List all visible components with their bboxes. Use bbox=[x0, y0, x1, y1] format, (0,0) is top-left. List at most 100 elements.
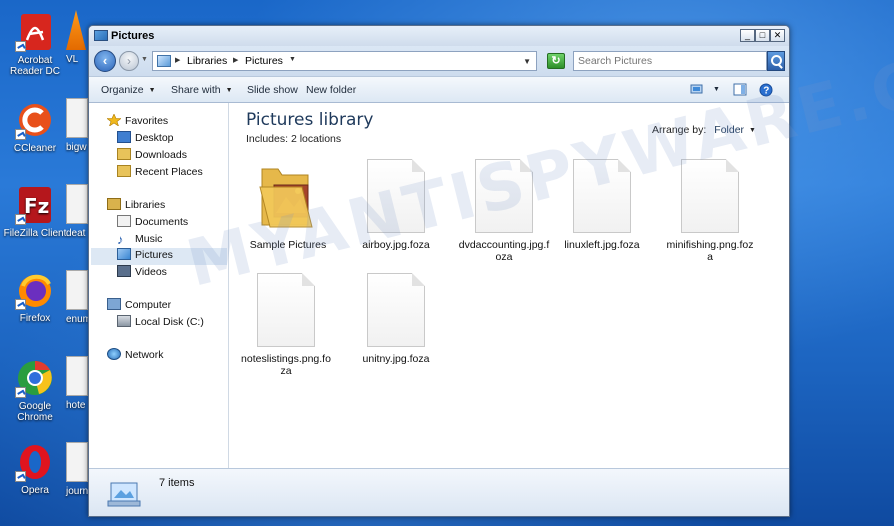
file-icon bbox=[66, 98, 88, 138]
file-icon bbox=[66, 270, 88, 310]
library-icon bbox=[157, 55, 171, 67]
preview-pane-icon[interactable] bbox=[733, 83, 747, 96]
desktop-icon-label: Google bbox=[18, 401, 52, 412]
nav-downloads[interactable]: Downloads bbox=[117, 148, 187, 165]
blank-file-icon bbox=[257, 273, 315, 347]
minimize-button[interactable]: _ bbox=[740, 29, 755, 42]
desktop-icon-firefox[interactable]: Firefox bbox=[0, 270, 70, 324]
nav-label: Recent Places bbox=[135, 166, 203, 178]
file-icon bbox=[66, 442, 88, 482]
content-area: Favorites Desktop Downloads Recent Place… bbox=[89, 103, 789, 468]
svg-text:Fz: Fz bbox=[24, 194, 49, 218]
maximize-button[interactable]: □ bbox=[755, 29, 770, 42]
nav-videos[interactable]: Videos bbox=[117, 265, 167, 282]
nav-label: Favorites bbox=[125, 115, 169, 127]
desktop-icon-ccleaner[interactable]: CCleaner bbox=[0, 100, 70, 154]
file-name: minifishing.png.foza bbox=[666, 239, 754, 263]
folder-item[interactable]: Sample Pictures bbox=[238, 159, 338, 251]
desktop-icon-partial[interactable]: bigw bbox=[66, 98, 88, 153]
new-folder-button[interactable]: New folder bbox=[306, 84, 356, 96]
nav-label: Downloads bbox=[135, 149, 187, 161]
change-view-icon[interactable] bbox=[690, 83, 704, 96]
arrange-by-control[interactable]: Arrange by: Folder ▼ bbox=[652, 124, 756, 136]
file-item[interactable]: minifishing.png.foza bbox=[660, 159, 760, 263]
nav-network[interactable]: Network bbox=[107, 348, 164, 365]
library-icon bbox=[94, 30, 108, 41]
file-item[interactable]: linuxleft.jpg.foza bbox=[552, 159, 652, 251]
navigation-pane: Favorites Desktop Downloads Recent Place… bbox=[89, 103, 229, 468]
nav-label: Videos bbox=[135, 266, 167, 278]
desktop-icon-label: CCleaner bbox=[13, 143, 57, 154]
title-bar[interactable]: Pictures _ □ ✕ bbox=[89, 26, 789, 46]
nav-computer[interactable]: Computer bbox=[107, 298, 171, 315]
address-history-dropdown[interactable]: ▼ bbox=[523, 57, 531, 66]
desktop-icon-vlc[interactable]: VL bbox=[66, 10, 86, 65]
nav-libraries[interactable]: Libraries bbox=[107, 198, 165, 215]
firefox-icon bbox=[15, 270, 55, 310]
desktop-icon-partial[interactable]: hote bbox=[66, 356, 88, 411]
organize-button[interactable]: Organize ▼ bbox=[101, 84, 156, 96]
refresh-button[interactable]: ↻ bbox=[547, 53, 565, 69]
breadcrumb-libraries[interactable]: Libraries bbox=[187, 55, 227, 67]
address-input[interactable]: ▶ Libraries ▶ Pictures ▼ ▼ bbox=[152, 51, 537, 71]
library-locations-link[interactable]: Includes: 2 locations bbox=[246, 133, 341, 145]
file-name: noteslistings.png.foza bbox=[241, 353, 331, 377]
drive-icon bbox=[117, 315, 131, 327]
slide-show-button[interactable]: Slide show bbox=[247, 84, 298, 96]
vlc-icon bbox=[66, 10, 86, 50]
desktop-icon bbox=[117, 131, 131, 143]
share-with-button[interactable]: Share with ▼ bbox=[171, 84, 233, 96]
desktop-icon-chrome[interactable]: Google Chrome bbox=[0, 358, 70, 423]
computer-icon bbox=[107, 298, 121, 310]
videos-icon bbox=[117, 265, 131, 277]
chrome-icon bbox=[15, 358, 55, 398]
ccleaner-icon bbox=[15, 100, 55, 140]
nav-favorites[interactable]: Favorites bbox=[106, 113, 169, 131]
nav-music[interactable]: ♪ Music bbox=[117, 232, 162, 249]
search-box bbox=[573, 51, 767, 71]
acrobat-icon bbox=[15, 12, 55, 52]
file-icon bbox=[66, 184, 88, 224]
file-name: Sample Pictures bbox=[249, 239, 327, 251]
breadcrumb-arrow-icon[interactable]: ▶ bbox=[175, 56, 180, 64]
close-button[interactable]: ✕ bbox=[770, 29, 785, 42]
search-input[interactable] bbox=[574, 52, 754, 70]
file-name: linuxleft.jpg.foza bbox=[564, 239, 640, 251]
search-icon[interactable] bbox=[767, 51, 785, 71]
nav-label: Network bbox=[125, 349, 164, 361]
nav-pictures[interactable]: Pictures bbox=[91, 248, 227, 265]
desktop-icon-filezilla[interactable]: Fz FileZilla Client bbox=[0, 185, 70, 239]
forward-button[interactable]: › bbox=[119, 51, 139, 71]
back-button[interactable]: ‹ bbox=[94, 50, 116, 72]
help-icon[interactable]: ? bbox=[759, 83, 773, 97]
nav-local-disk[interactable]: Local Disk (C:) bbox=[117, 315, 204, 332]
nav-desktop[interactable]: Desktop bbox=[117, 131, 174, 148]
blank-file-icon bbox=[475, 159, 533, 233]
desktop-icon-acrobat[interactable]: Acrobat Reader DC bbox=[0, 12, 70, 77]
desktop-icon-label: Firefox bbox=[19, 313, 51, 324]
desktop-icon-label: Opera bbox=[21, 485, 49, 496]
desktop-icon-label: VL bbox=[66, 54, 79, 65]
file-item[interactable]: unitny.jpg.foza bbox=[346, 273, 446, 365]
nav-documents[interactable]: Documents bbox=[117, 215, 188, 232]
blank-file-icon bbox=[367, 273, 425, 347]
desktop-icon-label: journ bbox=[66, 486, 89, 497]
network-icon bbox=[107, 348, 121, 360]
view-options-dropdown[interactable]: ▼ bbox=[713, 86, 720, 93]
arrange-by-value: Folder bbox=[714, 124, 745, 136]
desktop-icon-opera[interactable]: Opera bbox=[0, 442, 70, 496]
file-item[interactable]: dvdaccounting.jpg.foza bbox=[454, 159, 554, 263]
breadcrumb-arrow-icon[interactable]: ▶ bbox=[233, 56, 238, 64]
breadcrumb-arrow-icon[interactable]: ▼ bbox=[289, 56, 296, 63]
desktop-icon-partial[interactable]: deat bbox=[66, 184, 88, 239]
nav-recent-places[interactable]: Recent Places bbox=[117, 165, 203, 182]
file-item[interactable]: noteslistings.png.foza bbox=[236, 273, 336, 377]
music-note-icon: ♪ bbox=[117, 232, 124, 247]
file-item[interactable]: airboy.jpg.foza bbox=[346, 159, 446, 251]
nav-label: Local Disk (C:) bbox=[135, 316, 204, 328]
recent-pages-dropdown[interactable]: ▼ bbox=[141, 56, 148, 63]
desktop-icon-partial[interactable]: journ bbox=[66, 442, 88, 497]
nav-label: Desktop bbox=[135, 132, 174, 144]
breadcrumb-pictures[interactable]: Pictures bbox=[245, 55, 283, 67]
nav-label: Pictures bbox=[135, 249, 173, 261]
